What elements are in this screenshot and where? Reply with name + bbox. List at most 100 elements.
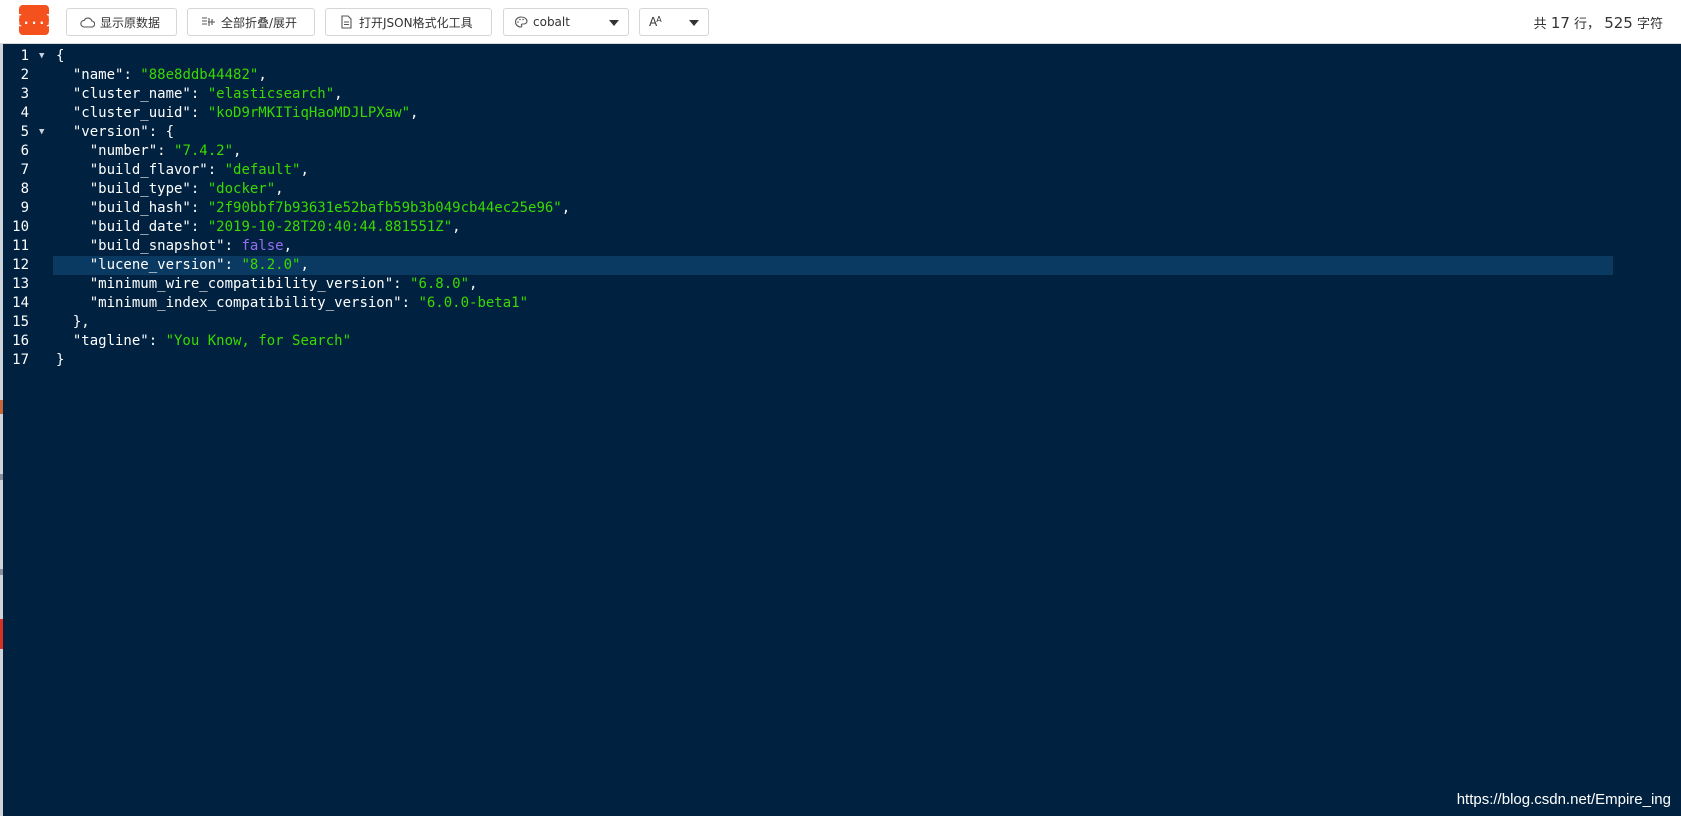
json-punctuation: :: [393, 276, 411, 292]
json-punctuation: ,: [334, 86, 343, 102]
code-line[interactable]: 4 "cluster_uuid": "koD9rMKITiqHaoMDJLPXa…: [3, 104, 1681, 123]
code-line[interactable]: 6 "number": "7.4.2",: [3, 142, 1681, 161]
line-number: 9: [20, 200, 29, 216]
show-raw-data-button[interactable]: 显示原数据: [66, 8, 177, 36]
open-json-tool-label: 打开JSON格式化工具: [359, 15, 473, 30]
code-content: "lucene_version": "8.2.0",: [56, 256, 309, 275]
code-line[interactable]: 12 "lucene_version": "8.2.0",: [3, 256, 1681, 275]
code-content: "cluster_uuid": "koD9rMKITiqHaoMDJLPXaw"…: [56, 104, 419, 123]
theme-select[interactable]: cobalt: [503, 8, 629, 36]
line-number: 15: [12, 314, 29, 330]
cloud-icon: [80, 15, 95, 30]
code-content: "tagline": "You Know, for Search": [56, 332, 351, 351]
open-json-tool-button[interactable]: 打开JSON格式化工具: [325, 8, 492, 36]
code-line[interactable]: 14 "minimum_index_compatibility_version"…: [3, 294, 1681, 313]
line-number: 4: [20, 105, 29, 121]
json-key: "build_flavor": [89, 162, 208, 178]
line-number: 13: [12, 276, 29, 292]
app-logo-icon[interactable]: {...}: [14, 5, 54, 35]
json-key: "minimum_wire_compatibility_version": [89, 276, 394, 292]
json-boolean: false: [241, 238, 284, 254]
json-key: "cluster_name": [72, 86, 191, 102]
code-line[interactable]: 16 "tagline": "You Know, for Search": [3, 332, 1681, 351]
code-content: }: [56, 351, 64, 370]
json-punctuation: }: [56, 352, 65, 368]
code-content: {: [56, 47, 64, 66]
fold-toggle-icon[interactable]: ▼: [39, 123, 49, 142]
json-key: "number": [89, 143, 158, 159]
code-content: "minimum_index_compatibility_version": "…: [56, 294, 528, 313]
code-line[interactable]: 7 "build_flavor": "default",: [3, 161, 1681, 180]
line-number: 7: [20, 162, 29, 178]
code-content: "name": "88e8ddb44482",: [56, 66, 267, 85]
code-content: },: [56, 313, 90, 332]
json-editor[interactable]: 1 ▼ {2 "name": "88e8ddb44482", 3 "cluster_n…: [3, 44, 1681, 816]
line-number: 1: [20, 48, 29, 64]
json-key: "tagline": [72, 333, 149, 349]
json-punctuation: :: [224, 257, 242, 273]
json-key: "lucene_version": [89, 257, 225, 273]
line-number: 2: [20, 67, 29, 83]
line-number: 17: [12, 352, 29, 368]
json-punctuation: {: [56, 48, 65, 64]
font-size-select[interactable]: AA: [639, 8, 709, 36]
code-line[interactable]: 17}: [3, 351, 1681, 370]
fold-all-button[interactable]: 全部折叠/展开: [187, 8, 315, 36]
code-content: "minimum_wire_compatibility_version": "6…: [56, 275, 478, 294]
code-line[interactable]: 13 "minimum_wire_compatibility_version":…: [3, 275, 1681, 294]
json-key: "build_hash": [89, 200, 191, 216]
json-string: "7.4.2": [174, 143, 234, 159]
json-key: "name": [72, 67, 124, 83]
json-key: "cluster_uuid": [72, 105, 191, 121]
palette-icon: [513, 15, 528, 30]
code-line[interactable]: 1 ▼ {: [3, 47, 1681, 66]
fold-toggle-icon[interactable]: ▼: [39, 47, 49, 66]
json-punctuation: ,: [410, 105, 419, 121]
json-punctuation: :: [190, 200, 208, 216]
code-line[interactable]: 3 "cluster_name": "elasticsearch",: [3, 85, 1681, 104]
json-punctuation: },: [72, 314, 90, 330]
json-key: "minimum_index_compatibility_version": [89, 295, 402, 311]
json-punctuation: : {: [148, 124, 175, 140]
code-line[interactable]: 5 ▼ "version": {: [3, 123, 1681, 142]
line-number: 14: [12, 295, 29, 311]
code-content: "build_hash": "2f90bbf7b93631e52bafb59b3…: [56, 199, 570, 218]
fold-expand-icon: [201, 15, 216, 30]
code-line[interactable]: 11 "build_snapshot": false,: [3, 237, 1681, 256]
json-string: "6.8.0": [410, 276, 470, 292]
json-punctuation: :: [224, 238, 242, 254]
code-content: "build_date": "2019-10-28T20:40:44.88155…: [56, 218, 461, 237]
code-line[interactable]: 8 "build_type": "docker",: [3, 180, 1681, 199]
code-content: "build_flavor": "default",: [56, 161, 309, 180]
json-string: "2019-10-28T20:40:44.881551Z": [207, 219, 453, 235]
json-key: "build_date": [89, 219, 191, 235]
code-content: "build_type": "docker",: [56, 180, 284, 199]
line-number: 16: [12, 333, 29, 349]
chevron-down-icon: [689, 20, 699, 26]
font-size-icon: AA: [649, 15, 662, 29]
code-line[interactable]: 9 "build_hash": "2f90bbf7b93631e52bafb59…: [3, 199, 1681, 218]
code-line[interactable]: 15 },: [3, 313, 1681, 332]
char-count: 525: [1604, 14, 1633, 32]
json-punctuation: ,: [258, 67, 267, 83]
theme-select-value: cobalt: [533, 15, 570, 29]
json-punctuation: ,: [300, 162, 309, 178]
watermark: https://blog.csdn.net/Empire_ing: [1456, 791, 1671, 808]
code-line[interactable]: 2 "name": "88e8ddb44482",: [3, 66, 1681, 85]
code-line[interactable]: 10 "build_date": "2019-10-28T20:40:44.88…: [3, 218, 1681, 237]
json-string: "elasticsearch": [207, 86, 335, 102]
fold-all-label: 全部折叠/展开: [221, 15, 298, 30]
toolbar: {...} 显示原数据 全部折叠/展开 打开JSON格式化工具 cobalt A…: [0, 0, 1681, 44]
line-number: 6: [20, 143, 29, 159]
json-string: "8.2.0": [241, 257, 301, 273]
